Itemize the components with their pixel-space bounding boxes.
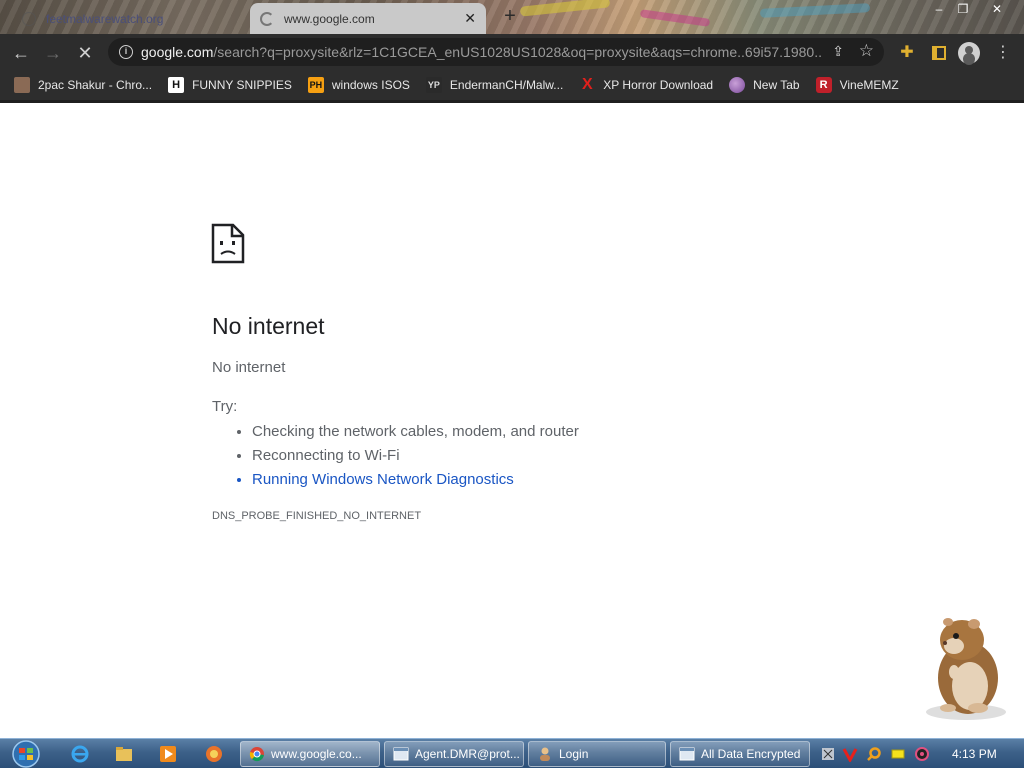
tab-strip: feetmalwarewatch.org www.google.com ✕ + … xyxy=(0,0,1024,34)
ph-logo-icon: PH xyxy=(307,77,324,93)
tab-inactive[interactable]: feetmalwarewatch.org xyxy=(12,3,248,34)
bookmark-windows-isos[interactable]: PH windows ISOS xyxy=(307,77,410,93)
close-window-button[interactable]: ✕ xyxy=(986,2,1008,16)
notification-icon[interactable] xyxy=(890,746,906,762)
photo-icon xyxy=(14,77,30,93)
browser-chrome: feetmalwarewatch.org www.google.com ✕ + … xyxy=(0,0,1024,103)
new-tab-button[interactable]: + xyxy=(500,5,520,27)
yp-logo-icon: YP xyxy=(425,77,442,93)
wallpaper-paint xyxy=(759,3,871,18)
bookmark-label: XP Horror Download xyxy=(603,78,714,92)
url-text[interactable]: google.com/search?q=proxysite&rlz=1C1GCE… xyxy=(141,44,821,60)
wallpaper-paint xyxy=(639,9,711,27)
tab-title: feetmalwarewatch.org xyxy=(46,11,164,26)
bookmark-new-tab[interactable]: New Tab xyxy=(729,77,800,93)
error-page: No internet No internet Try: Checking th… xyxy=(0,103,1024,739)
globe-icon xyxy=(729,77,746,93)
user-icon xyxy=(540,747,550,761)
taskbar-item-label: All Data Encrypted xyxy=(701,747,801,761)
window-icon xyxy=(679,747,695,761)
taskbar-item-encrypted[interactable]: All Data Encrypted xyxy=(670,741,810,767)
taskbar-item-label: www.google.co... xyxy=(271,747,362,761)
tab-title: www.google.com xyxy=(284,11,375,26)
url-host: google.com xyxy=(141,44,214,60)
folder-icon[interactable] xyxy=(114,744,134,764)
bookmark-vinememz[interactable]: R VineMEMZ xyxy=(815,77,899,93)
bookmark-funny-snippies[interactable]: H FUNNY SNIPPIES xyxy=(168,77,292,93)
windows-taskbar: www.google.co... Agent.DMR@prot... Login… xyxy=(0,738,1024,768)
taskbar-item-agent[interactable]: Agent.DMR@prot... xyxy=(384,741,524,767)
address-bar[interactable]: i google.com/search?q=proxysite&rlz=1C1G… xyxy=(108,38,884,66)
info-icon[interactable]: i xyxy=(119,45,133,59)
bookmark-label: windows ISOS xyxy=(331,78,410,92)
taskbar-item-login[interactable]: Login xyxy=(528,741,666,767)
search-icon[interactable] xyxy=(866,746,882,762)
menu-icon[interactable]: ⋮ xyxy=(992,42,1014,64)
x-logo-icon: X xyxy=(581,76,593,93)
taskbar-item-chrome[interactable]: www.google.co... xyxy=(240,741,380,767)
antivirus-icon[interactable] xyxy=(842,746,858,762)
tray-app-icon[interactable] xyxy=(820,746,836,762)
wallpaper-paint xyxy=(519,0,611,17)
bookmark-star-icon[interactable]: ☆ xyxy=(859,41,874,61)
media-player-icon[interactable] xyxy=(158,744,178,764)
tab-active[interactable]: www.google.com ✕ xyxy=(250,3,486,34)
taskbar-item-label: Agent.DMR@prot... xyxy=(415,747,520,761)
taskbar-item-label: Login xyxy=(559,747,589,761)
extensions-icon[interactable]: ✚ xyxy=(896,42,918,64)
share-icon[interactable]: ⇪ xyxy=(832,43,844,60)
forward-button[interactable]: → xyxy=(42,42,64,64)
globe-icon xyxy=(22,11,36,26)
window-icon xyxy=(393,747,409,761)
app-shortcut-icon[interactable] xyxy=(204,744,224,764)
internet-explorer-icon[interactable] xyxy=(70,744,90,764)
minimize-button[interactable]: – xyxy=(928,2,950,16)
bookmarks-bar: 2pac Shakur - Chro... H FUNNY SNIPPIES P… xyxy=(0,70,1024,100)
bookmark-label: FUNNY SNIPPIES xyxy=(192,78,292,92)
bookmark-label: VineMEMZ xyxy=(839,78,899,92)
back-button[interactable]: ← xyxy=(10,42,32,64)
suggestion-item: Reconnecting to Wi-Fi xyxy=(252,445,579,469)
url-path: /search?q=proxysite&rlz=1C1GCEA_enUS1028… xyxy=(213,44,821,60)
chrome-icon xyxy=(249,747,264,762)
sad-document-icon xyxy=(211,223,245,264)
suggestion-list: Checking the network cables, modem, and … xyxy=(252,421,579,493)
bookmark-label: EndermanCH/Malw... xyxy=(449,78,564,92)
error-code: DNS_PROBE_FINISHED_NO_INTERNET xyxy=(212,510,422,522)
r-logo-icon: R xyxy=(815,77,832,93)
profile-icon[interactable] xyxy=(958,42,980,64)
suggestion-item: Checking the network cables, modem, and … xyxy=(252,421,579,445)
error-title: No internet xyxy=(212,313,325,339)
media-tray-icon[interactable] xyxy=(914,746,930,762)
h-letter-icon: H xyxy=(168,77,185,93)
bookmark-label: 2pac Shakur - Chro... xyxy=(38,78,153,92)
bookmark-2pac[interactable]: 2pac Shakur - Chro... xyxy=(14,77,152,93)
error-subtitle: No internet xyxy=(212,359,286,376)
bookmark-xp-horror[interactable]: X XP Horror Download xyxy=(579,77,713,93)
hamster-desktop-pet[interactable] xyxy=(918,612,1010,722)
network-diagnostics-link[interactable]: Running Windows Network Diagnostics xyxy=(252,469,579,493)
side-panel-icon[interactable] xyxy=(928,42,950,64)
browser-toolbar: ← → ✕ i google.com/search?q=proxysite&rl… xyxy=(0,34,1024,70)
bookmark-endermanch[interactable]: YP EndermanCH/Malw... xyxy=(425,77,564,93)
tab-close-icon[interactable]: ✕ xyxy=(464,10,476,27)
stop-loading-button[interactable]: ✕ xyxy=(74,42,96,64)
bookmark-label: New Tab xyxy=(753,78,800,92)
taskbar-clock[interactable]: 4:13 PM xyxy=(952,747,997,761)
loading-spinner-icon xyxy=(260,11,274,26)
start-button[interactable] xyxy=(6,739,46,768)
maximize-button[interactable]: ❐ xyxy=(952,2,974,16)
try-label: Try: xyxy=(212,398,238,415)
